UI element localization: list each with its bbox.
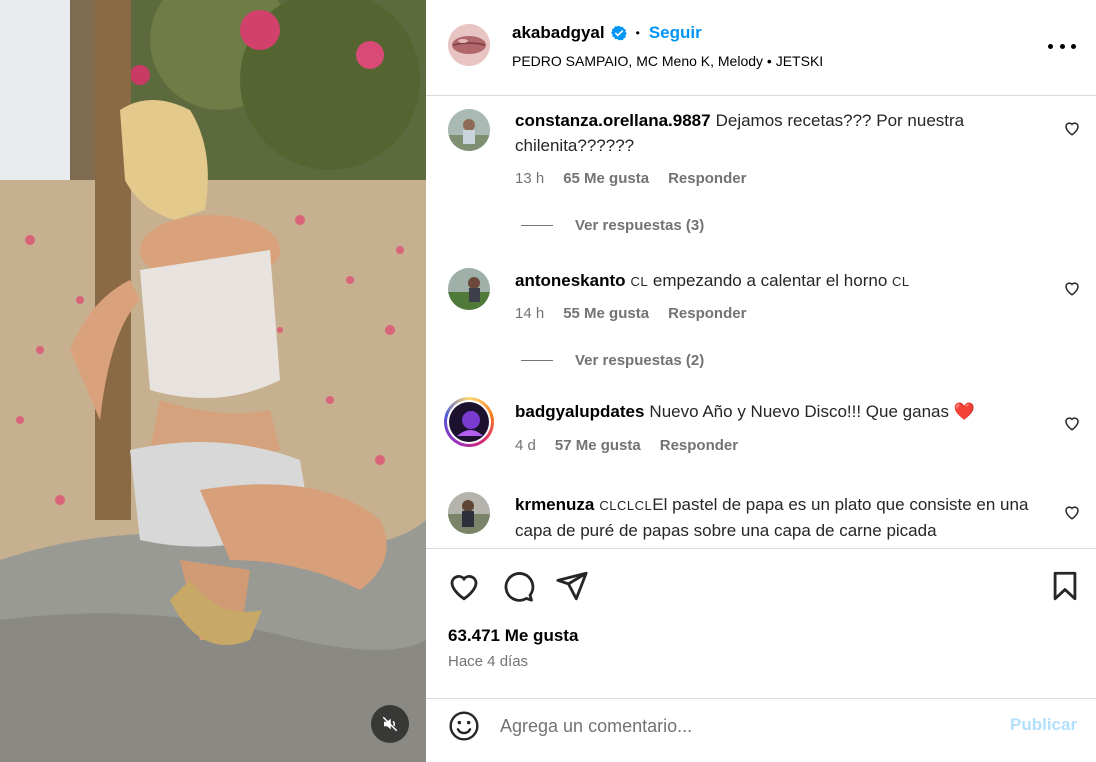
flag-cl-icon: CL (630, 274, 649, 289)
post-time[interactable]: Hace 4 días (448, 653, 528, 670)
comment-text: badgyalupdates Nuevo Año y Nuevo Disco!!!… (515, 399, 1035, 424)
heart-icon[interactable] (1063, 279, 1081, 297)
comment-username[interactable]: antoneskanto (515, 271, 626, 290)
comment-username[interactable]: constanza.orellana.9887 (515, 111, 711, 130)
avatar-image (448, 268, 490, 310)
post-side-panel: akabadgyal • Seguir PEDRO SAMPAIO, MC Me… (426, 0, 1096, 762)
comment-time[interactable]: 13 h (515, 170, 544, 187)
post-header: akabadgyal • Seguir PEDRO SAMPAIO, MC Me… (426, 0, 1096, 96)
red-heart-emoji: ❤️ (953, 402, 975, 421)
bookmark-icon[interactable] (1048, 569, 1082, 603)
heart-icon[interactable] (1063, 119, 1081, 137)
comment-likes[interactable]: 57 Me gusta (555, 437, 641, 454)
view-replies-label: Ver respuestas (2) (575, 352, 705, 369)
comment-text: antoneskanto CL empezando a calentar el h… (515, 268, 1035, 294)
commenter-avatar[interactable] (448, 109, 490, 151)
avatar-image (449, 402, 489, 442)
view-replies-label: Ver respuestas (3) (575, 217, 705, 234)
replies-line (521, 360, 553, 361)
publish-button[interactable]: Publicar (1010, 715, 1077, 735)
author-avatar[interactable] (448, 24, 490, 66)
comment-username[interactable]: krmenuza (515, 495, 594, 514)
verified-badge-icon (610, 25, 627, 41)
add-comment-bar: Publicar (426, 698, 1096, 762)
comment-meta: 14 h 55 Me gusta Responder (515, 305, 765, 322)
reply-button[interactable]: Responder (668, 170, 746, 187)
flag-cl-icon: CLCLCL (599, 498, 653, 513)
heart-icon[interactable] (1063, 503, 1081, 521)
comment-likes[interactable]: 65 Me gusta (563, 170, 649, 187)
comment-likes[interactable]: 55 Me gusta (563, 305, 649, 322)
dot-icon (1059, 43, 1065, 49)
reply-button[interactable]: Responder (668, 305, 746, 322)
avatar-image (448, 492, 490, 534)
post-video-frame (0, 0, 426, 762)
story-ring[interactable] (444, 397, 494, 447)
reply-button[interactable]: Responder (660, 437, 738, 454)
comment-text: krmenuza CLCLCLEl pastel de papa es un pl… (515, 492, 1035, 543)
commenter-avatar[interactable] (448, 268, 490, 310)
comments-list[interactable]: constanza.orellana.9887 Dejamos recetas??… (426, 97, 1096, 548)
replies-line (521, 225, 553, 226)
avatar-image (448, 109, 490, 151)
speaker-muted-icon (382, 716, 398, 732)
like-heart-icon[interactable] (447, 569, 481, 603)
audio-attribution[interactable]: PEDRO SAMPAIO, MC Meno K, Melody • JETSK… (512, 53, 823, 69)
comment-meta: 13 h 65 Me gusta Responder (515, 170, 765, 187)
separator-dot: • (635, 26, 640, 40)
comment-username[interactable]: badgyalupdates (515, 402, 644, 421)
dot-icon (1071, 43, 1076, 49)
comment-meta: 4 d 57 Me gusta Responder (515, 437, 757, 454)
lips-avatar-image (448, 24, 490, 66)
dot-icon (1048, 43, 1053, 49)
heart-icon[interactable] (1063, 414, 1081, 432)
comment-body: Nuevo Año y Nuevo Disco!!! Que ganas (649, 402, 949, 421)
share-send-icon[interactable] (555, 569, 589, 603)
more-options-button[interactable] (1048, 36, 1076, 56)
comment-bubble-icon[interactable] (501, 569, 535, 603)
comment-input[interactable] (500, 711, 980, 741)
comment-text: constanza.orellana.9887 Dejamos recetas??… (515, 108, 1035, 158)
emoji-icon[interactable] (448, 710, 480, 742)
commenter-avatar[interactable] (448, 492, 490, 534)
comment-time[interactable]: 14 h (515, 305, 544, 322)
author-line: akabadgyal • Seguir (512, 23, 702, 43)
author-username[interactable]: akabadgyal (512, 23, 605, 43)
comment-body: empezando a calentar el horno (652, 271, 888, 290)
comment-time[interactable]: 4 d (515, 437, 536, 454)
story-ring-inner (447, 400, 491, 444)
view-replies-button[interactable]: Ver respuestas (3) (521, 217, 704, 234)
view-replies-button[interactable]: Ver respuestas (2) (521, 352, 704, 369)
post-media[interactable] (0, 0, 426, 762)
likes-count[interactable]: 63.471 Me gusta (448, 626, 578, 646)
post-actions: 63.471 Me gusta Hace 4 días (426, 548, 1096, 698)
mute-button[interactable] (371, 705, 409, 743)
follow-button[interactable]: Seguir (649, 23, 702, 43)
flag-cl-icon: CL (892, 274, 910, 289)
